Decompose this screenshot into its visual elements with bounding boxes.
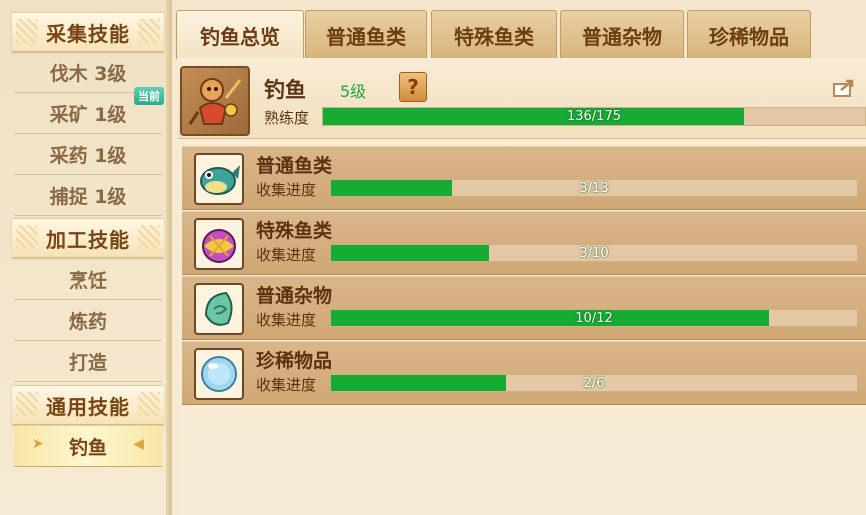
sidebar-item-herbs[interactable]: 采药 1级 (14, 134, 162, 175)
skill-summary: 钓鱼 5级 ? 熟练度 136/175 (178, 58, 866, 139)
special-fish-icon (194, 218, 244, 270)
tab-special-fish[interactable]: 特殊鱼类 (431, 10, 557, 59)
skill-name: 钓鱼 (264, 78, 306, 102)
tab-common-fish[interactable]: 普通鱼类 (305, 10, 427, 59)
category-row-rare-items[interactable]: 珍稀物品 收集进度 2/6 (182, 341, 866, 405)
content-panel: 钓鱼 5级 ? 熟练度 136/175 普通鱼类 收集进度 3/13 特殊鱼类 … (178, 58, 866, 515)
progress-label: 收集进度 (256, 311, 317, 329)
skill-level: 5级 (340, 82, 367, 101)
progress-value: 3/13 (579, 180, 609, 196)
current-badge: 当前 (134, 87, 164, 105)
sidebar-item-alchemy[interactable]: 炼药 (14, 300, 162, 341)
category-name: 普通鱼类 (256, 155, 333, 177)
pearl-icon (194, 348, 244, 400)
progress-bar: 3/10 (330, 244, 858, 262)
progress-bar: 2/6 (330, 374, 858, 392)
proficiency-value: 136/175 (566, 109, 621, 124)
category-row-common-misc[interactable]: 普通杂物 收集进度 10/12 (182, 276, 866, 340)
progress-value: 2/6 (583, 375, 605, 391)
tab-rare-items[interactable]: 珍稀物品 (687, 10, 811, 59)
sidebar-item-capture[interactable]: 捕捉 1级 (14, 175, 162, 216)
proficiency-label: 熟练度 (264, 109, 310, 127)
jade-icon (194, 283, 244, 335)
arrow-right-icon: ➤ (32, 436, 44, 452)
category-name: 珍稀物品 (256, 350, 333, 372)
proficiency-bar: 136/175 (322, 107, 866, 126)
sidebar: 采集技能 伐木 3级 采矿 1级 当前 采药 1级 捕捉 1级 加工技能 烹饪 … (0, 0, 172, 515)
help-button[interactable]: ? (399, 72, 427, 102)
section-header-gathering: 采集技能 (12, 12, 164, 52)
category-row-special-fish[interactable]: 特殊鱼类 收集进度 3/10 (182, 211, 866, 275)
section-header-crafting: 加工技能 (12, 218, 164, 258)
progress-value: 3/10 (579, 245, 609, 261)
progress-value: 10/12 (575, 310, 613, 326)
sidebar-item-cooking[interactable]: 烹饪 (14, 259, 162, 300)
share-icon[interactable] (832, 78, 856, 98)
progress-bar: 3/13 (330, 179, 858, 197)
sidebar-item-mining[interactable]: 采矿 1级 当前 (14, 87, 164, 134)
category-name: 普通杂物 (256, 285, 333, 307)
arrow-left-icon: ◀ (133, 436, 144, 452)
fishing-monkey-icon (180, 66, 250, 136)
tab-fishing-overview[interactable]: 钓鱼总览 (176, 10, 304, 59)
progress-label: 收集进度 (256, 181, 317, 199)
category-name: 特殊鱼类 (256, 220, 333, 242)
progress-label: 收集进度 (256, 376, 317, 394)
section-header-general: 通用技能 (12, 385, 164, 425)
tab-common-misc[interactable]: 普通杂物 (560, 10, 684, 59)
progress-label: 收集进度 (256, 246, 317, 264)
tab-bar: 钓鱼总览 普通鱼类 特殊鱼类 普通杂物 珍稀物品 (172, 0, 866, 60)
sidebar-item-forging[interactable]: 打造 (14, 341, 162, 382)
category-row-common-fish[interactable]: 普通鱼类 收集进度 3/13 (182, 146, 866, 210)
progress-bar: 10/12 (330, 309, 858, 327)
fish-icon (194, 153, 244, 205)
sidebar-item-fishing[interactable]: ➤ 钓鱼 ◀ (14, 426, 162, 467)
